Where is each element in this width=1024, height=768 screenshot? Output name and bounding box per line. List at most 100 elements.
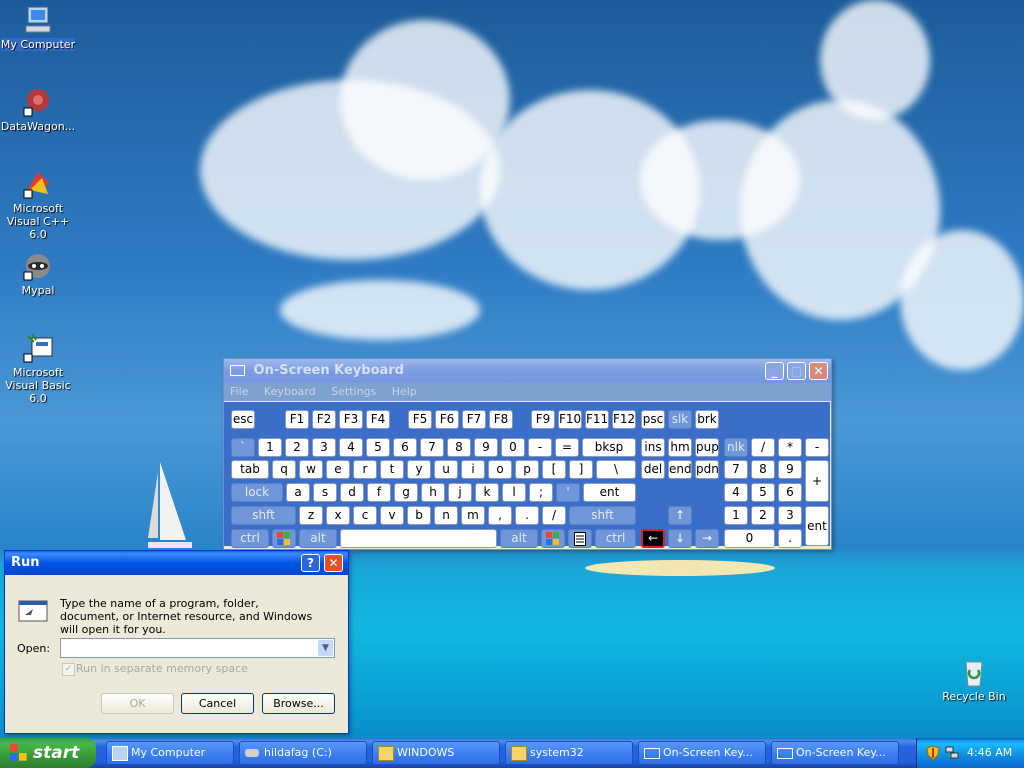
menu-file[interactable]: File bbox=[230, 385, 248, 398]
key-num-6[interactable]: 6 bbox=[778, 483, 802, 502]
key-h[interactable]: h bbox=[421, 483, 445, 502]
key-slash[interactable]: / bbox=[542, 506, 566, 525]
key-slk[interactable]: slk bbox=[668, 410, 692, 429]
key-0[interactable]: 0 bbox=[501, 438, 525, 457]
key-right-shift[interactable]: shft bbox=[569, 506, 636, 525]
key-g[interactable]: g bbox=[394, 483, 418, 502]
key-f3[interactable]: F3 bbox=[339, 410, 363, 429]
key-backslash[interactable]: \ bbox=[596, 460, 636, 479]
key-arrow-left[interactable]: ← bbox=[641, 529, 665, 548]
key-s[interactable]: s bbox=[313, 483, 337, 502]
key-arrow-right[interactable]: → bbox=[695, 529, 719, 548]
key-num-subtract[interactable]: - bbox=[805, 438, 829, 457]
key-arrow-down[interactable]: ↓ bbox=[668, 529, 692, 548]
key-f6[interactable]: F6 bbox=[435, 410, 459, 429]
key-f10[interactable]: F10 bbox=[558, 410, 582, 429]
key-left-windows[interactable] bbox=[272, 529, 296, 548]
taskbar-button-osk-2[interactable]: On-Screen Key... bbox=[771, 741, 899, 765]
run-titlebar[interactable]: Run ? ✕ bbox=[5, 551, 348, 575]
taskbar-button-my-computer[interactable]: My Computer bbox=[106, 741, 234, 765]
key-k[interactable]: k bbox=[475, 483, 499, 502]
key-minus[interactable]: - bbox=[528, 438, 552, 457]
network-icon[interactable] bbox=[945, 746, 959, 760]
key-backtick[interactable]: ` bbox=[231, 438, 255, 457]
menu-help[interactable]: Help bbox=[392, 385, 417, 398]
separate-memory-checkbox[interactable]: ✓ bbox=[62, 663, 75, 676]
key-tab[interactable]: tab bbox=[231, 460, 269, 479]
key-semicolon[interactable]: ; bbox=[529, 483, 553, 502]
clock[interactable]: 4:46 AM bbox=[967, 738, 1012, 768]
help-button[interactable]: ? bbox=[301, 554, 320, 572]
key-caps-lock[interactable]: lock bbox=[231, 483, 283, 502]
key-5[interactable]: 5 bbox=[366, 438, 390, 457]
key-o[interactable]: o bbox=[488, 460, 512, 479]
key-j[interactable]: j bbox=[448, 483, 472, 502]
key-right-bracket[interactable]: ] bbox=[569, 460, 593, 479]
key-l[interactable]: l bbox=[502, 483, 526, 502]
key-x[interactable]: x bbox=[326, 506, 350, 525]
browse-button[interactable]: Browse... bbox=[262, 693, 335, 714]
key-r[interactable]: r bbox=[353, 460, 377, 479]
key-period[interactable]: . bbox=[515, 506, 539, 525]
key-brk[interactable]: brk bbox=[695, 410, 719, 429]
desktop-icon-my-computer[interactable]: My Computer bbox=[0, 4, 78, 51]
key-f7[interactable]: F7 bbox=[462, 410, 486, 429]
menu-settings[interactable]: Settings bbox=[331, 385, 376, 398]
key-num-7[interactable]: 7 bbox=[724, 460, 748, 479]
key-i[interactable]: i bbox=[461, 460, 485, 479]
security-shield-icon[interactable] bbox=[926, 745, 940, 761]
key-num-4[interactable]: 4 bbox=[724, 483, 748, 502]
key-7[interactable]: 7 bbox=[420, 438, 444, 457]
key-w[interactable]: w bbox=[299, 460, 323, 479]
key-left-shift[interactable]: shft bbox=[231, 506, 296, 525]
key-t[interactable]: t bbox=[380, 460, 404, 479]
key-arrow-up[interactable]: ↑ bbox=[668, 506, 692, 525]
key-num-0[interactable]: 0 bbox=[724, 529, 775, 548]
key-9[interactable]: 9 bbox=[474, 438, 498, 457]
key-end[interactable]: end bbox=[668, 460, 692, 479]
key-hm[interactable]: hm bbox=[668, 438, 692, 457]
key-f4[interactable]: F4 bbox=[366, 410, 390, 429]
key-z[interactable]: z bbox=[299, 506, 323, 525]
key-1[interactable]: 1 bbox=[258, 438, 282, 457]
key-a[interactable]: a bbox=[286, 483, 310, 502]
key-f5[interactable]: F5 bbox=[408, 410, 432, 429]
key-f2[interactable]: F2 bbox=[312, 410, 336, 429]
key-equal[interactable]: = bbox=[555, 438, 579, 457]
key-m[interactable]: m bbox=[461, 506, 485, 525]
key-f8[interactable]: F8 bbox=[489, 410, 513, 429]
key-pup[interactable]: pup bbox=[695, 438, 719, 457]
key-ins[interactable]: ins bbox=[641, 438, 665, 457]
key-esc[interactable]: esc bbox=[231, 410, 255, 429]
key-2[interactable]: 2 bbox=[285, 438, 309, 457]
key-f11[interactable]: F11 bbox=[585, 410, 609, 429]
ok-button[interactable]: OK bbox=[101, 693, 174, 714]
taskbar-button-system32[interactable]: system32 bbox=[505, 741, 633, 765]
key-space[interactable] bbox=[340, 529, 497, 548]
key-num-divide[interactable]: / bbox=[751, 438, 775, 457]
key-8[interactable]: 8 bbox=[447, 438, 471, 457]
key-left-ctrl[interactable]: ctrl bbox=[231, 529, 269, 548]
key-comma[interactable]: , bbox=[488, 506, 512, 525]
key-4[interactable]: 4 bbox=[339, 438, 363, 457]
desktop-icon-recycle-bin[interactable]: Recycle Bin bbox=[934, 656, 1014, 703]
menu-keyboard[interactable]: Keyboard bbox=[264, 385, 316, 398]
key-u[interactable]: u bbox=[434, 460, 458, 479]
chevron-down-icon[interactable]: ▼ bbox=[318, 640, 333, 656]
key-3[interactable]: 3 bbox=[312, 438, 336, 457]
key-f1[interactable]: F1 bbox=[285, 410, 309, 429]
minimize-button[interactable]: _ bbox=[765, 362, 784, 380]
key-num-9[interactable]: 9 bbox=[778, 460, 802, 479]
key-left-alt[interactable]: alt bbox=[299, 529, 337, 548]
key-c[interactable]: c bbox=[353, 506, 377, 525]
key-num-2[interactable]: 2 bbox=[751, 506, 775, 525]
key-num-8[interactable]: 8 bbox=[751, 460, 775, 479]
key-num-multiply[interactable]: * bbox=[778, 438, 802, 457]
taskbar-button-drive-c[interactable]: hildafag (C:) bbox=[239, 741, 367, 765]
key-nlk[interactable]: nlk bbox=[724, 438, 748, 457]
key-n[interactable]: n bbox=[434, 506, 458, 525]
key-num-1[interactable]: 1 bbox=[724, 506, 748, 525]
key-left-bracket[interactable]: [ bbox=[542, 460, 566, 479]
key-q[interactable]: q bbox=[272, 460, 296, 479]
close-button[interactable]: ✕ bbox=[324, 554, 343, 572]
